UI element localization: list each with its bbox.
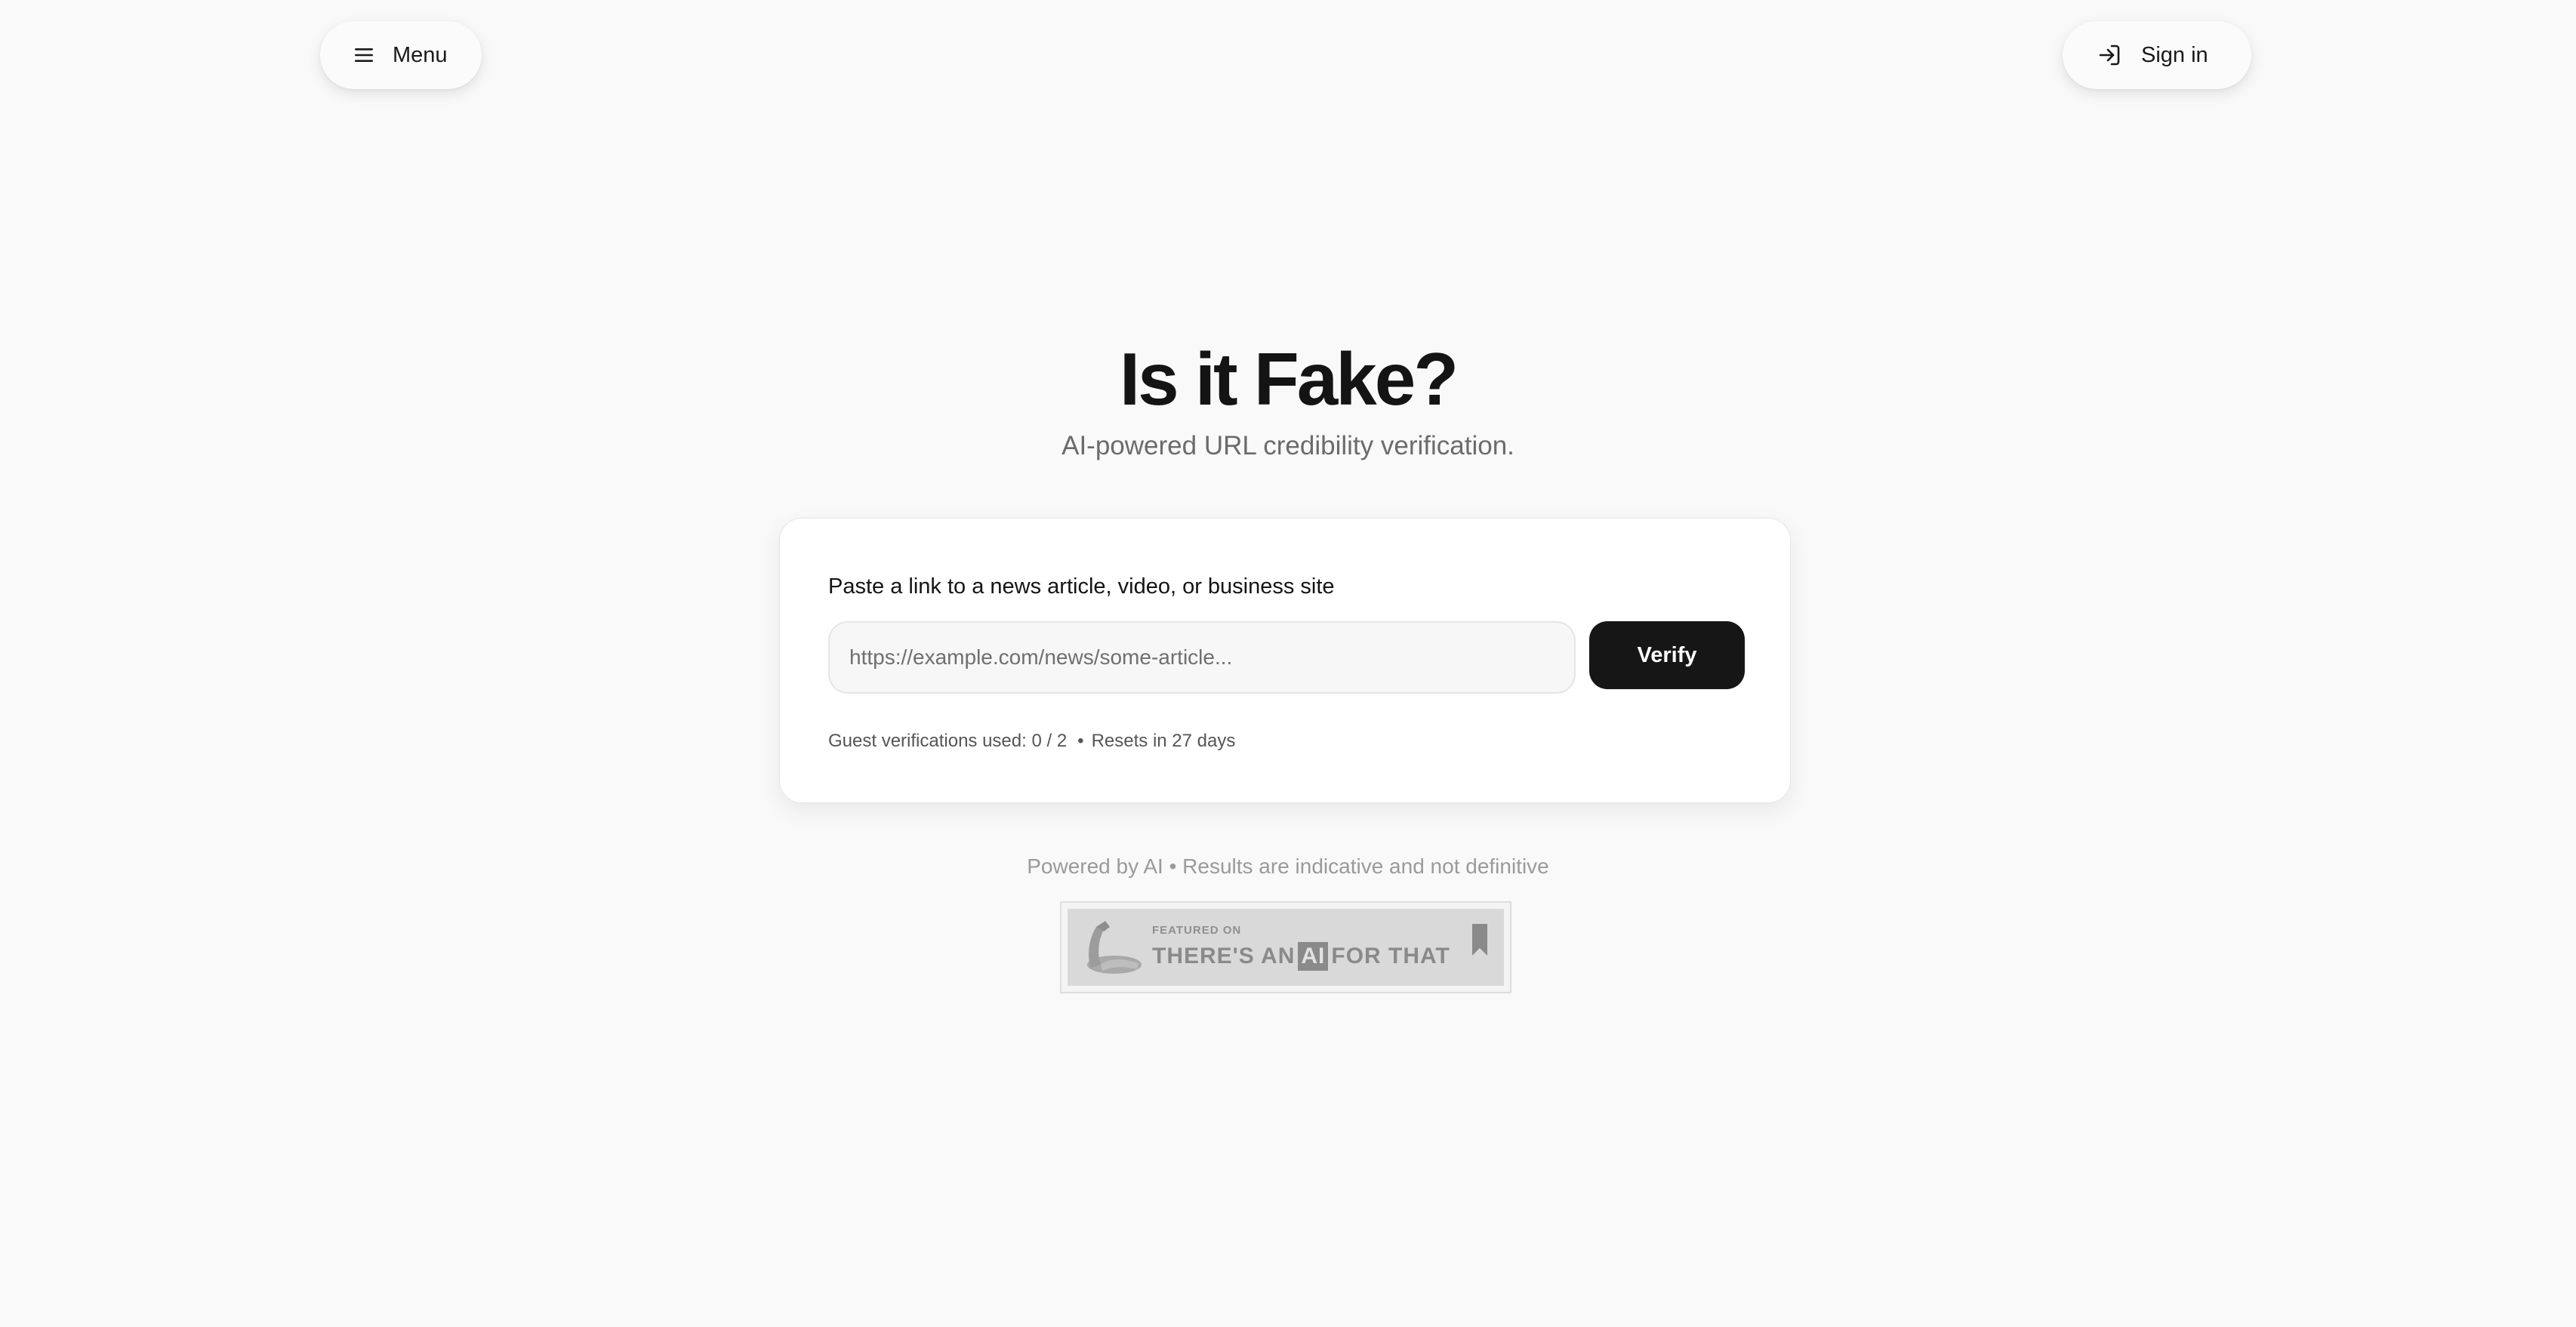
menu-button[interactable]: Menu: [320, 21, 482, 89]
sign-in-label: Sign in: [2141, 42, 2208, 67]
verify-card: Paste a link to a news article, video, o…: [779, 518, 1791, 803]
url-field-label: Paste a link to a news article, video, o…: [828, 574, 1335, 599]
badge-brand-ai: AI: [1298, 942, 1329, 971]
verify-button[interactable]: Verify: [1589, 621, 1745, 689]
page-subtitle: AI-powered URL credibility verification.: [1062, 431, 1514, 460]
sign-in-button[interactable]: Sign in: [2063, 21, 2251, 89]
usage-separator: •: [1077, 731, 1084, 751]
badge-brand-post: FOR THAT: [1331, 944, 1450, 968]
badge-featured-text: FEATURED ON: [1152, 924, 1242, 937]
featured-badge-link[interactable]: FEATURED ON THERE'S AN AI FOR THAT: [1060, 901, 1511, 993]
page-title: Is it Fake?: [1119, 337, 1459, 420]
hamburger-icon: [352, 43, 376, 67]
guest-usage-count: Guest verifications used: 0 / 2: [828, 731, 1068, 751]
badge-brand-pre: THERE'S AN: [1152, 944, 1296, 968]
bookmark-icon: [1471, 922, 1489, 961]
robot-arm-logo-icon: [1080, 918, 1143, 982]
menu-label: Menu: [393, 42, 448, 67]
usage-info: Guest verifications used: 0 / 2 • Resets i…: [828, 730, 1235, 753]
reset-countdown: Resets in 27 days: [1091, 731, 1236, 751]
page: Menu Sign in Is it Fake? AI-powered URL …: [0, 0, 2576, 1327]
badge-brand-text: THERE'S AN AI FOR THAT: [1152, 942, 1450, 971]
url-input[interactable]: [828, 621, 1576, 694]
featured-badge: FEATURED ON THERE'S AN AI FOR THAT: [1068, 909, 1504, 986]
sign-in-icon: [2097, 43, 2122, 67]
disclaimer-note: Powered by AI • Results are indicative a…: [1027, 854, 1549, 878]
